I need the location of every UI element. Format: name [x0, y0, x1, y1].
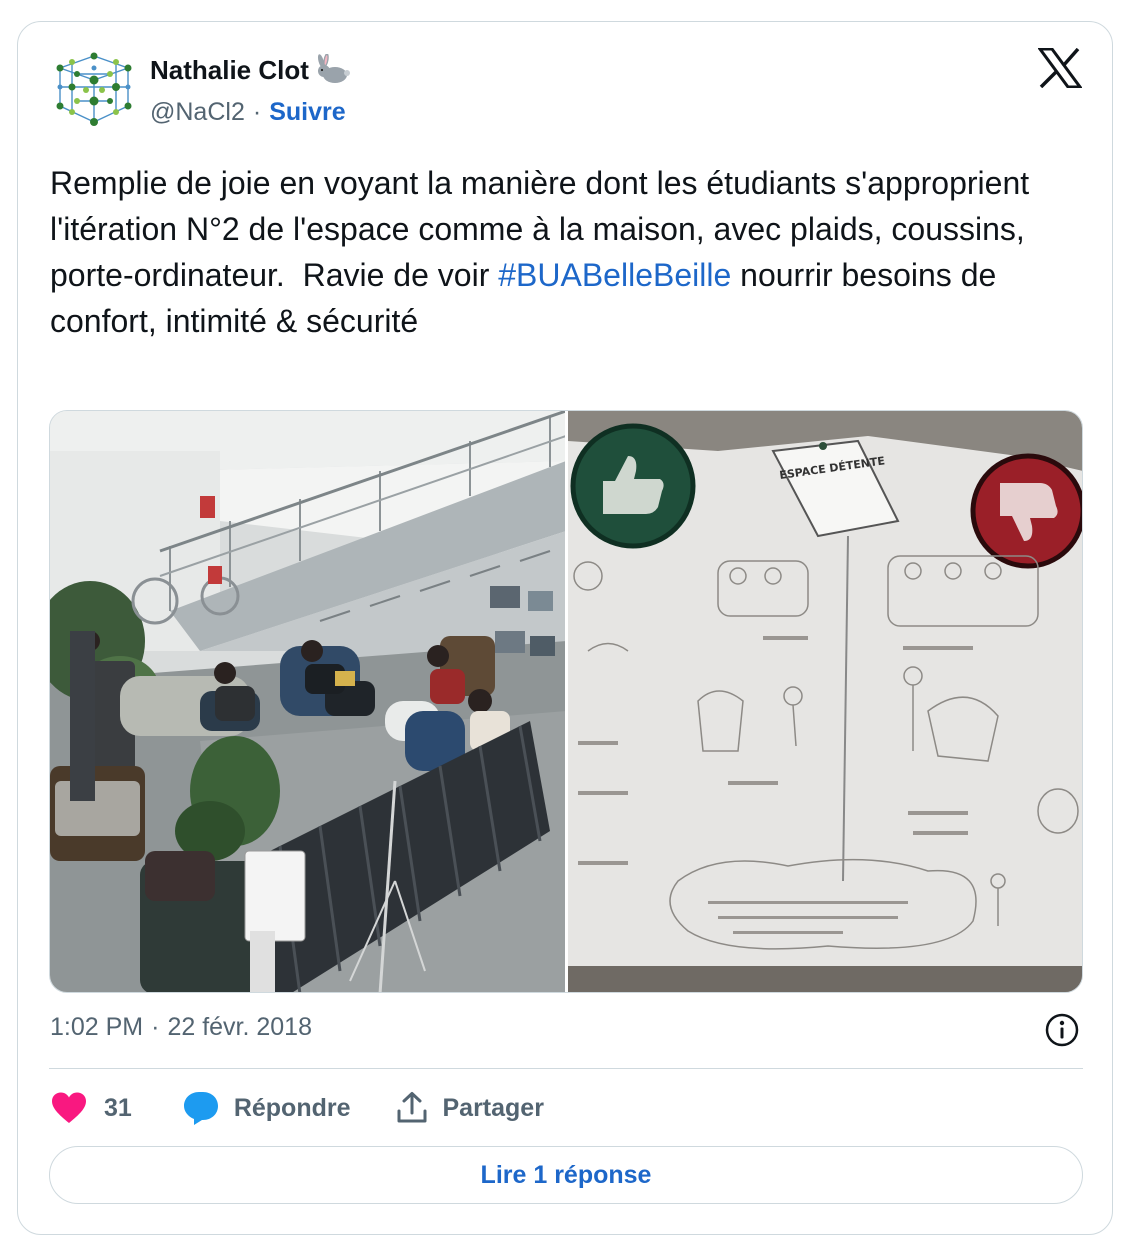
library-lounge-photo[interactable]	[50, 411, 565, 992]
tweet-text: Remplie de joie en voyant la manière don…	[50, 160, 1090, 344]
like-count: 31	[104, 1093, 132, 1122]
reply-button[interactable]: Répondre	[182, 1090, 351, 1126]
share-icon	[397, 1092, 426, 1123]
handle-row: @NaCl2 · Suivre	[150, 98, 346, 127]
follow-button[interactable]: Suivre	[269, 98, 345, 127]
read-replies-button[interactable]: Lire 1 réponse	[49, 1146, 1083, 1204]
heart-icon	[52, 1092, 86, 1123]
rabbit-icon	[317, 54, 350, 83]
hashtag-link[interactable]: #BUABelleBeille	[498, 257, 731, 293]
separator: ·	[252, 98, 262, 126]
media-grid: ESPACE DÉTENTE	[49, 410, 1083, 993]
divider	[49, 1068, 1083, 1069]
action-bar: 31 Répondre Partager	[50, 1088, 588, 1128]
espace-detente-poster-photo[interactable]: ESPACE DÉTENTE	[568, 411, 1082, 992]
like-button[interactable]: 31	[50, 1091, 132, 1125]
speech-bubble-icon	[183, 1092, 218, 1125]
share-button[interactable]: Partager	[395, 1091, 544, 1125]
info-icon[interactable]	[1044, 1012, 1080, 1048]
author-name[interactable]: Nathalie Clot	[150, 55, 309, 86]
time-separator: ·	[151, 1013, 160, 1041]
author-name-row: Nathalie Clot	[150, 54, 351, 86]
x-logo-icon[interactable]	[1038, 48, 1082, 88]
reply-label: Répondre	[233, 1093, 351, 1122]
timestamp[interactable]: 1:02 PM · 22 févr. 2018	[50, 1013, 312, 1042]
avatar[interactable]	[50, 46, 138, 134]
author-handle[interactable]: @NaCl2	[150, 98, 245, 127]
tweet-date: 22 févr. 2018	[167, 1013, 312, 1041]
share-label: Partager	[442, 1093, 544, 1122]
tweet-time: 1:02 PM	[50, 1013, 144, 1041]
